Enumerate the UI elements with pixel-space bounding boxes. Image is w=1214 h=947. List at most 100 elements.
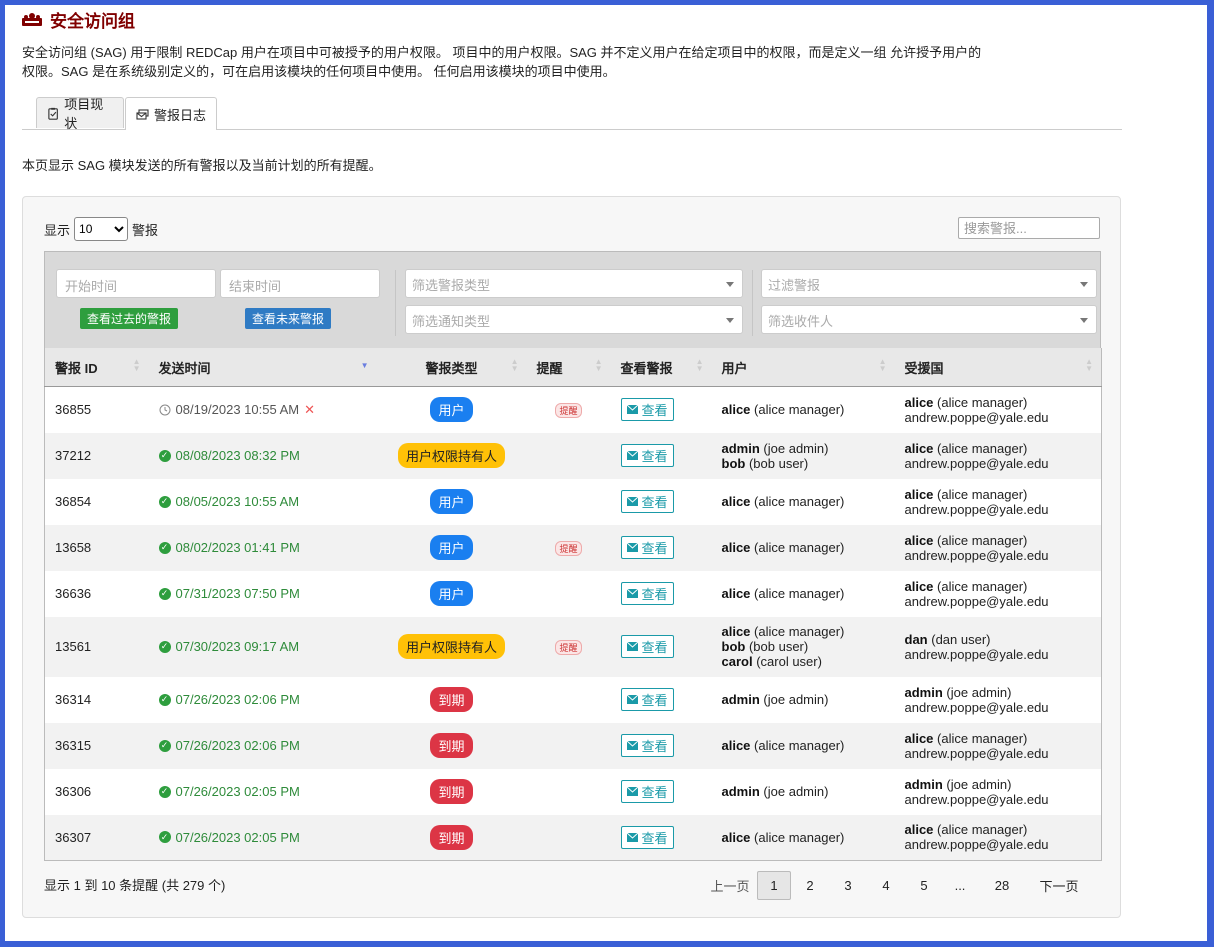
- column-header[interactable]: 用户 ▲ ▼: [711, 348, 895, 387]
- username: admin: [721, 440, 760, 456]
- view-alert-button[interactable]: 查看: [620, 635, 674, 658]
- next-page-button[interactable]: 下一页: [1027, 869, 1091, 902]
- user-fullname: (alice manager): [754, 540, 845, 555]
- user-fullname: (alice manager): [754, 624, 845, 639]
- view-alert-button[interactable]: 查看: [620, 444, 674, 467]
- recipient-fullname: (alice manager): [937, 486, 1028, 502]
- recipient-username: alice: [904, 822, 934, 838]
- username: alice: [721, 586, 751, 601]
- prev-page-button[interactable]: 上一页: [703, 869, 757, 902]
- end-time-input[interactable]: 结束时间: [220, 269, 380, 298]
- recipient-placeholder: 筛选收件人: [768, 314, 834, 329]
- recipient-username: alice: [904, 578, 934, 594]
- envelope-icon: [626, 451, 638, 460]
- alert-filter[interactable]: 过滤警报: [761, 269, 1097, 298]
- past-alerts-button[interactable]: 查看过去的警报: [80, 308, 178, 329]
- alert-type-badge: 到期: [430, 687, 473, 712]
- reminder-badge: 提醒: [555, 402, 582, 418]
- alert-id: 36315: [55, 738, 92, 753]
- username: admin: [721, 692, 760, 707]
- column-header[interactable]: 提醒 ▲ ▼: [526, 348, 611, 387]
- user-entry: alice (alice manager): [722, 586, 885, 601]
- page-button[interactable]: 4: [867, 871, 905, 900]
- column-header[interactable]: 受援国 ▲ ▼: [894, 348, 1102, 387]
- view-alert-button[interactable]: 查看: [620, 582, 674, 605]
- user-fullname: (bob user): [748, 639, 809, 654]
- send-time-text: 08/05/2023 10:55 AM: [175, 494, 300, 509]
- envelope-icon: [626, 787, 638, 796]
- view-alert-button[interactable]: 查看: [620, 734, 674, 757]
- future-alerts-button[interactable]: 查看未来警报: [245, 308, 331, 329]
- alert-id: 13561: [55, 639, 92, 654]
- recipient-filter[interactable]: 筛选收件人: [761, 305, 1097, 334]
- recipient-email: andrew.poppe@yale.edu: [904, 455, 1049, 471]
- tab-project-status[interactable]: 项目现状: [36, 97, 124, 131]
- users-cell: alice (alice manager): [712, 479, 895, 525]
- user-fullname: (alice manager): [754, 738, 845, 753]
- user-fullname: (carol user): [756, 654, 822, 669]
- page-length-select[interactable]: 10: [74, 217, 129, 241]
- column-header[interactable]: 警报 ID ▲ ▼: [44, 348, 149, 387]
- view-alert-button[interactable]: 查看: [620, 688, 674, 711]
- intro-text: 本页显示 SAG 模块发送的所有警报以及当前计划的所有提醒。: [22, 158, 382, 173]
- recipient-username: alice: [904, 730, 934, 746]
- alert-log-card: 显示 10 警报 搜索警报... 开始时间 结束时间 查看过去的警报 查看未来警…: [22, 196, 1121, 918]
- user-entry: admin (joe admin): [722, 784, 885, 799]
- tab-alert-log[interactable]: 警报日志: [125, 97, 217, 130]
- users-cell: alice (alice manager): [712, 525, 895, 571]
- page-button[interactable]: 2: [791, 871, 829, 900]
- view-alert-button[interactable]: 查看: [620, 490, 674, 513]
- users-cell: admin (joe admin) bob (bob user): [712, 433, 895, 479]
- view-alert-button[interactable]: 查看: [620, 398, 674, 422]
- alert-type-badge: 到期: [430, 779, 473, 804]
- recipient-username: alice: [904, 532, 934, 548]
- filter-divider: [752, 270, 753, 336]
- notice-type-filter[interactable]: 筛选通知类型: [405, 305, 743, 334]
- users-cell: alice (alice manager): [712, 815, 895, 861]
- recipient-fullname: (alice manager): [937, 394, 1028, 410]
- envelope-icon: [626, 832, 638, 842]
- check-circle-icon: ✓: [158, 785, 171, 798]
- table-row: 36315 ✓ 07/26/2023 02:06 PM 到期 查看 alice (alic…: [44, 722, 1102, 769]
- length-prefix: 显示: [44, 222, 71, 238]
- user-entry: alice (alice manager): [722, 540, 885, 555]
- column-header[interactable]: 警报类型 ▲ ▼: [376, 348, 527, 387]
- user-entry: bob (bob user): [722, 639, 885, 654]
- user-fullname: (joe admin): [763, 692, 829, 707]
- check-circle-icon: ✓: [158, 587, 171, 600]
- recipient-email: andrew.poppe@yale.edu: [904, 745, 1049, 761]
- column-header[interactable]: 查看警报 ▲ ▼: [610, 348, 712, 387]
- column-label: 受援国: [904, 360, 944, 376]
- send-time: ✓ 08/08/2023 08:32 PM: [158, 448, 367, 463]
- send-time: ✓ 07/31/2023 07:50 PM: [158, 586, 367, 601]
- view-alert-button[interactable]: 查看: [620, 536, 674, 559]
- page-button[interactable]: 5: [905, 871, 943, 900]
- recipient-entry: admin (joe admin): [905, 777, 1092, 792]
- view-label: 查看: [641, 403, 668, 419]
- send-time: ✓ 07/26/2023 02:06 PM: [158, 738, 367, 753]
- check-circle-icon: ✓: [158, 495, 171, 508]
- alert-type-badge: 用户权限持有人: [397, 443, 505, 468]
- search-input[interactable]: 搜索警报...: [958, 217, 1100, 239]
- view-alert-button[interactable]: 查看: [620, 825, 674, 849]
- send-time-text: 07/30/2023 09:17 AM: [175, 639, 300, 654]
- column-header[interactable]: 发送时间 ▼: [148, 348, 377, 387]
- recipient-email: andrew.poppe@yale.edu: [904, 646, 1049, 662]
- recipient-email: andrew.poppe@yale.edu: [904, 699, 1049, 715]
- cancel-icon[interactable]: ✕: [304, 402, 315, 418]
- page-button[interactable]: 28: [977, 871, 1027, 900]
- filter-divider: [395, 270, 396, 336]
- alert-type-badge: 到期: [430, 824, 473, 850]
- recipient-username: admin: [904, 776, 943, 792]
- start-time-input[interactable]: 开始时间: [56, 269, 216, 298]
- end-time-placeholder: 结束时间: [229, 279, 282, 294]
- check-circle-icon: ✓: [158, 449, 171, 462]
- alert-type-filter[interactable]: 筛选警报类型: [405, 269, 743, 298]
- page-header: 安全访问组: [22, 7, 135, 32]
- page-button-current[interactable]: 1: [757, 871, 791, 900]
- view-alert-button[interactable]: 查看: [620, 780, 674, 803]
- view-label: 查看: [641, 541, 668, 556]
- recipient-entry: alice (alice manager): [905, 395, 1092, 410]
- page-button[interactable]: 3: [829, 871, 867, 900]
- check-circle-icon: ✓: [158, 640, 171, 653]
